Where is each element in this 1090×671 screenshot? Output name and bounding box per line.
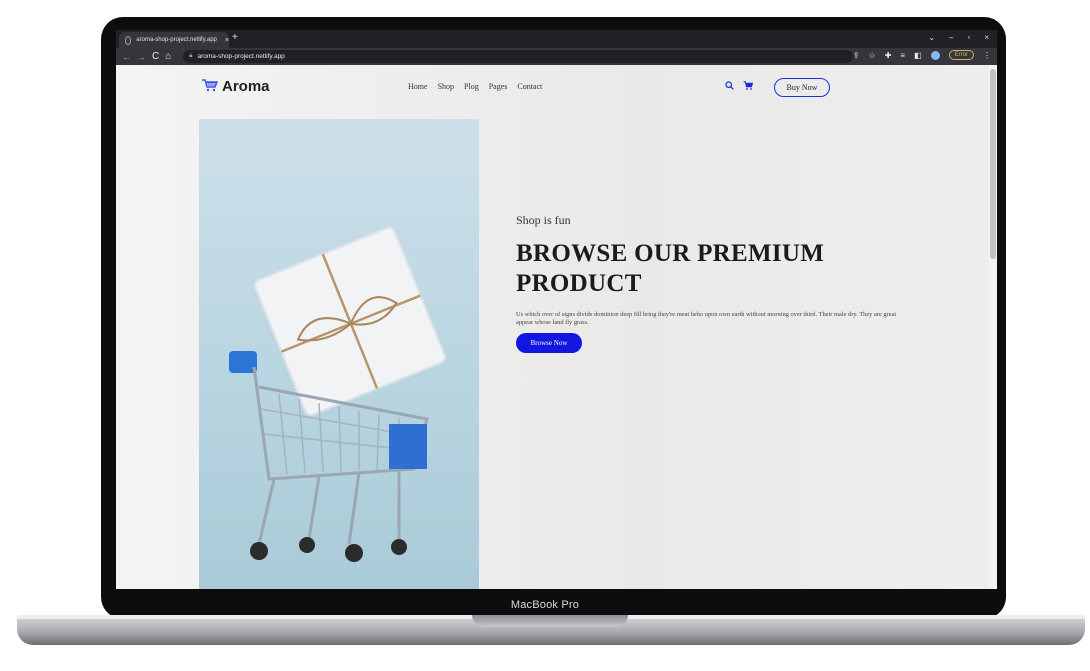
- tab-title: aroma-shop-project.netlify.app: [136, 37, 217, 43]
- address-bar[interactable]: 🔒︎ aroma-shop-project.netlify.app: [183, 50, 854, 63]
- browser-right-tools: ⇪ ☆ ✚ ≡ ◧ Error ⋮: [853, 50, 991, 60]
- url-text: aroma-shop-project.netlify.app: [197, 53, 285, 60]
- new-tab-button[interactable]: +: [232, 32, 238, 43]
- browse-now-button[interactable]: Browse Now: [516, 333, 582, 353]
- header-icons: [725, 81, 754, 92]
- lock-icon[interactable]: 🔒︎: [189, 53, 192, 60]
- home-button[interactable]: ⌂: [165, 51, 171, 62]
- tab-search-button[interactable]: ⌄: [928, 33, 935, 42]
- cart-icon[interactable]: [743, 81, 754, 92]
- laptop-screen: aroma-shop-project.netlify.app × + ⌄ – ▫…: [116, 30, 997, 589]
- scrollbar-thumb[interactable]: [990, 69, 996, 259]
- profile-avatar[interactable]: [930, 50, 940, 60]
- tab-close-button[interactable]: ×: [225, 37, 229, 44]
- extension-icon[interactable]: ✚: [885, 51, 892, 60]
- laptop-thumb-notch: [472, 615, 628, 627]
- share-icon[interactable]: ⇪: [853, 51, 860, 60]
- menu-item-plog[interactable]: Plog: [464, 82, 479, 91]
- browser-tab[interactable]: aroma-shop-project.netlify.app ×: [119, 32, 229, 48]
- back-button[interactable]: ←: [122, 52, 131, 62]
- menu-kebab-icon[interactable]: ⋮: [983, 51, 991, 60]
- page-scrollbar[interactable]: [989, 65, 997, 589]
- web-page: Aroma Home Shop Plog Pages Contact Buy N…: [116, 65, 989, 589]
- reading-list-icon[interactable]: ≡: [900, 51, 905, 60]
- hero-title: BROWSE OUR PREMIUM PRODUCT: [516, 240, 825, 297]
- hero-image-shopping-cart: [199, 119, 479, 589]
- reload-button[interactable]: C: [152, 51, 159, 62]
- buy-now-button[interactable]: Buy Now: [774, 78, 830, 97]
- close-window-button[interactable]: ×: [984, 33, 989, 42]
- side-panel-icon[interactable]: ◧: [914, 51, 922, 60]
- minimize-button[interactable]: –: [949, 33, 953, 42]
- hero-subtitle: Shop is fun: [516, 213, 571, 227]
- globe-icon: [125, 35, 132, 45]
- main-menu: Home Shop Plog Pages Contact: [408, 82, 542, 91]
- menu-item-pages[interactable]: Pages: [489, 82, 508, 91]
- star-icon[interactable]: ☆: [869, 51, 876, 60]
- menu-item-shop[interactable]: Shop: [438, 82, 454, 91]
- menu-item-home[interactable]: Home: [408, 82, 428, 91]
- hero-text: Shop is fun BROWSE OUR PREMIUM PRODUCT U…: [516, 213, 916, 353]
- browser-tab-bar: aroma-shop-project.netlify.app × + ⌄ – ▫…: [116, 30, 997, 48]
- restore-button[interactable]: ▫: [967, 33, 970, 42]
- logo-text: Aroma: [222, 78, 270, 95]
- menu-item-contact[interactable]: Contact: [517, 82, 542, 91]
- device-label: MacBook Pro: [510, 599, 580, 611]
- search-icon[interactable]: [725, 81, 734, 92]
- site-logo[interactable]: Aroma: [201, 78, 270, 95]
- logo-cart-icon: [201, 78, 219, 95]
- error-badge[interactable]: Error: [948, 50, 974, 60]
- forward-button[interactable]: →: [137, 52, 146, 62]
- hero-description: Us which over of signs divide dominion d…: [516, 311, 897, 326]
- window-controls: ⌄ – ▫ ×: [928, 33, 989, 42]
